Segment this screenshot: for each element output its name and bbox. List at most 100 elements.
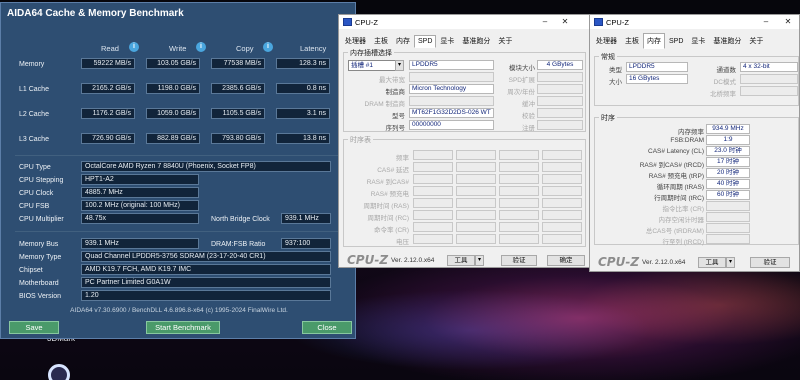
timing-label: 总CAS号 (tRDRAM) (645, 228, 704, 235)
tab-memory[interactable]: 内存 (643, 33, 665, 49)
tab-cpu[interactable]: 处理器 (592, 33, 621, 49)
cpuz-spd-window: CPU-Z – ✕ 处理器 主板 内存 SPD 显卡 基准跑分 关于 内存插槽选择 插槽 #… (338, 14, 590, 268)
copy-info-icon[interactable]: i (263, 42, 273, 52)
tab-graphics[interactable]: 显卡 (687, 33, 709, 49)
timing-cell (499, 234, 539, 244)
chevron-down-icon[interactable]: ▾ (726, 257, 735, 268)
chipset-value: AMD K19.7 FCH, AMD K19.7 IMC (81, 264, 331, 275)
col-write: Write (169, 44, 187, 53)
cpu-fsb-value: 100.2 MHz (original: 100 MHz) (81, 200, 199, 211)
timing-label: FSB:DRAM (670, 137, 704, 144)
close-icon[interactable]: ✕ (782, 16, 794, 27)
start-benchmark-button[interactable]: Start Benchmark (146, 321, 220, 334)
mem-bus-value: 939.1 MHz (81, 238, 199, 249)
serial-label: 序列号 (385, 125, 406, 132)
max-bandwidth-value (409, 72, 494, 82)
tab-memory[interactable]: 内存 (392, 33, 414, 49)
chevron-down-icon[interactable]: ▾ (475, 255, 484, 266)
timing-cell (542, 234, 582, 244)
timing-cell (456, 222, 496, 232)
tools-button[interactable]: 工具 (698, 257, 726, 268)
max-bandwidth-label: 最大带宽 (379, 77, 405, 84)
cpu-stepping-value: HPT1-A2 (81, 174, 199, 185)
timing-cell (456, 174, 496, 184)
validate-button[interactable]: 验证 (750, 257, 790, 268)
channel-value: 4 x 32-bit (740, 62, 798, 72)
close-icon[interactable]: ✕ (559, 16, 571, 27)
l3-read: 726.90 GB/s (81, 133, 135, 144)
timing-cell (499, 210, 539, 220)
row-label: L3 Cache (19, 136, 49, 143)
timing-cell (542, 222, 582, 232)
memory-write: 103.05 GB/s (146, 58, 200, 69)
bios-value: 1.20 (81, 290, 331, 301)
tools-button[interactable]: 工具 (447, 255, 475, 266)
timing-label: RAS# 预充电 (tRP) (648, 173, 704, 180)
tab-mainboard[interactable]: 主板 (370, 33, 392, 49)
timing-value: 1:9 (706, 135, 750, 145)
serial-value: 00000000 (409, 120, 494, 130)
cpuz-app-icon (343, 18, 352, 26)
timing-cell (456, 234, 496, 244)
timing-row-label: RAS# 预充电 (370, 191, 409, 198)
tab-graphics[interactable]: 显卡 (436, 33, 458, 49)
timing-cell (456, 150, 496, 160)
timing-cell (456, 198, 496, 208)
tab-about[interactable]: 关于 (494, 33, 516, 49)
validate-button[interactable]: 验证 (501, 255, 537, 266)
timing-value (706, 212, 750, 222)
timing-value (706, 234, 750, 244)
tab-spd[interactable]: SPD (414, 35, 437, 48)
tab-spd[interactable]: SPD (665, 35, 687, 48)
manufacturer-value: Micron Technology (409, 84, 494, 94)
chevron-down-icon[interactable]: ▾ (395, 60, 404, 71)
timing-cell (413, 174, 453, 184)
size-label: 大小 (609, 79, 622, 86)
minimize-icon[interactable]: – (539, 16, 551, 27)
timing-label: 行至列 (tRCD) (662, 239, 704, 246)
mem-type-value: Quad Channel LPDDR5-3756 SDRAM (23-17-20… (81, 251, 331, 262)
cpuz-version: Ver. 2.12.0.x64 (391, 257, 435, 264)
l2-read: 1176.2 GB/s (81, 108, 135, 119)
timing-row-label: 频率 (396, 155, 409, 162)
timing-value: 20 时钟 (706, 168, 750, 178)
cpu-multiplier-value: 48.75x (81, 213, 199, 224)
col-copy: Copy (236, 44, 254, 53)
slot-group-title: 内存插槽选择 (348, 48, 394, 58)
l3-latency: 13.8 ns (276, 133, 330, 144)
correction-label: 校验 (522, 113, 535, 120)
tab-about[interactable]: 关于 (745, 33, 767, 49)
close-button[interactable]: Close (302, 321, 352, 334)
timing-cell (413, 210, 453, 220)
tab-cpu[interactable]: 处理器 (341, 33, 370, 49)
buffered-value (537, 96, 583, 106)
l2-latency: 3.1 ns (276, 108, 330, 119)
manufacturer-label: 制造商 (385, 89, 406, 96)
3dmark-icon[interactable] (48, 364, 70, 380)
write-info-icon[interactable]: i (196, 42, 206, 52)
read-info-icon[interactable]: i (129, 42, 139, 52)
col-read: Read (101, 44, 119, 53)
dram-mfr-value (409, 96, 494, 106)
timing-label: CAS# Latency (CL) (648, 148, 704, 155)
cpuz-memory-window: CPU-Z – ✕ 处理器 主板 内存 SPD 显卡 基准跑分 关于 常规 类型 LPDDR… (589, 14, 800, 272)
dram-mfr-label: DRAM 制造商 (364, 101, 405, 108)
cpu-stepping-label: CPU Stepping (19, 177, 64, 184)
timing-cell (413, 162, 453, 172)
l1-latency: 0.8 ns (276, 83, 330, 94)
ok-button[interactable]: 确定 (547, 255, 585, 266)
nb-freq-value (740, 86, 798, 96)
timing-label: RAS# 到CAS# (tRCD) (639, 162, 704, 169)
timing-value: 60 时钟 (706, 190, 750, 200)
timing-row-label: CAS# 延迟 (377, 167, 409, 174)
tab-mainboard[interactable]: 主板 (621, 33, 643, 49)
timing-label: 指令比率 (CR) (662, 206, 704, 213)
cpuz-tabs: 处理器 主板 内存 SPD 显卡 基准跑分 关于 (592, 33, 767, 49)
slot-type-value: LPDDR5 (409, 60, 494, 70)
save-button[interactable]: Save (9, 321, 59, 334)
tab-bench[interactable]: 基准跑分 (458, 33, 494, 49)
minimize-icon[interactable]: – (760, 16, 772, 27)
row-label: L1 Cache (19, 86, 49, 93)
tab-bench[interactable]: 基准跑分 (709, 33, 745, 49)
cpuz-app-icon (594, 18, 603, 26)
